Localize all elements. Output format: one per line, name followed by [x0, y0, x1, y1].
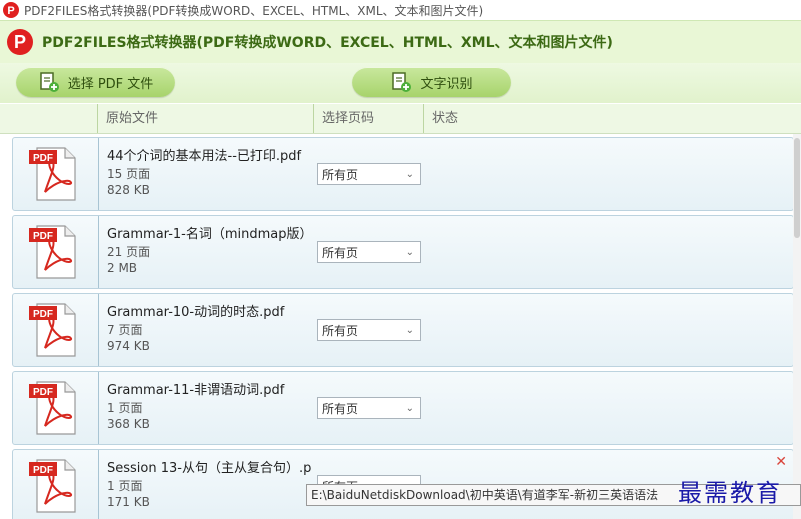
pdf-file-icon: PDF	[29, 303, 76, 357]
file-name: Grammar-10-动词的时态.pdf	[107, 305, 285, 320]
page-select[interactable]: 所有页 ⌄	[317, 397, 421, 419]
file-icon-cell: PDF	[13, 450, 99, 519]
file-name: 44个介词的基本用法--已打印.pdf	[107, 149, 302, 164]
pdf-file-icon: PDF	[29, 459, 76, 513]
watermark: 最需教育	[678, 479, 782, 507]
page-select-value: 所有页	[322, 402, 359, 416]
window-title: PDF2FILES格式转换器(PDF转换成WORD、EXCEL、HTML、XML…	[24, 3, 484, 18]
file-icon-cell: PDF	[13, 294, 99, 366]
file-pages: 21 页面	[107, 245, 151, 259]
column-original-file[interactable]: 原始文件	[97, 104, 313, 133]
add-file-icon	[39, 72, 59, 92]
app-logo-icon: P	[7, 29, 33, 55]
column-header: 原始文件 选择页码 状态	[0, 104, 801, 134]
pdf-file-icon: PDF	[29, 147, 76, 201]
file-icon-cell: PDF	[13, 138, 99, 210]
chevron-down-icon: ⌄	[405, 403, 414, 414]
file-row[interactable]: PDF 44个介词的基本用法--已打印.pdf 15 页面 828 KB 所有页…	[12, 137, 794, 211]
toolbar: 选择 PDF 文件 文字识别	[0, 63, 801, 103]
ocr-button[interactable]: 文字识别	[352, 67, 511, 97]
file-name: Grammar-1-名词（mindmap版）	[107, 227, 312, 242]
chevron-down-icon: ⌄	[405, 247, 414, 258]
remove-file-icon[interactable]: ✕	[775, 454, 787, 470]
pdf-badge-text: PDF	[33, 153, 53, 164]
file-row[interactable]: PDF Grammar-11-非谓语动词.pdf 1 页面 368 KB 所有页…	[12, 371, 794, 445]
app-header: P PDF2FILES格式转换器(PDF转换成WORD、EXCEL、HTML、X…	[0, 20, 801, 64]
file-pages: 1 页面	[107, 401, 143, 415]
file-size: 171 KB	[107, 495, 150, 509]
file-icon-cell: PDF	[13, 216, 99, 288]
page-select-value: 所有页	[322, 168, 359, 182]
column-select-pages[interactable]: 选择页码	[313, 104, 424, 133]
pdf-badge-text: PDF	[33, 231, 53, 242]
app-logo-icon: P	[3, 2, 19, 18]
pdf-file-icon: PDF	[29, 381, 76, 435]
select-pdf-label: 选择 PDF 文件	[67, 76, 154, 92]
ocr-label: 文字识别	[420, 76, 473, 92]
file-name: Session 13-从句（主从复合句）.pdf	[107, 461, 312, 476]
file-size: 974 KB	[107, 339, 150, 353]
file-size: 828 KB	[107, 183, 150, 197]
chevron-down-icon: ⌄	[405, 325, 414, 336]
scrollbar-thumb[interactable]	[794, 138, 800, 238]
file-size: 368 KB	[107, 417, 150, 431]
scrollbar[interactable]	[793, 134, 801, 519]
file-icon-cell: PDF	[13, 372, 99, 444]
column-status[interactable]: 状态	[423, 104, 801, 133]
file-size: 2 MB	[107, 261, 138, 275]
add-file-icon	[392, 72, 412, 92]
page-select[interactable]: 所有页 ⌄	[317, 163, 421, 185]
page-select[interactable]: 所有页 ⌄	[317, 241, 421, 263]
page-select[interactable]: 所有页 ⌄	[317, 319, 421, 341]
file-list: PDF 44个介词的基本用法--已打印.pdf 15 页面 828 KB 所有页…	[0, 134, 801, 519]
file-row[interactable]: PDF Grammar-10-动词的时态.pdf 7 页面 974 KB 所有页…	[12, 293, 794, 367]
file-row[interactable]: PDF Grammar-1-名词（mindmap版） 21 页面 2 MB 所有…	[12, 215, 794, 289]
chevron-down-icon: ⌄	[405, 169, 414, 180]
pdf-badge-text: PDF	[33, 387, 53, 398]
page-select-value: 所有页	[322, 246, 359, 260]
pdf-badge-text: PDF	[33, 465, 53, 476]
window-titlebar: P PDF2FILES格式转换器(PDF转换成WORD、EXCEL、HTML、X…	[0, 0, 801, 20]
page-select-value: 所有页	[322, 324, 359, 338]
pdf-file-icon: PDF	[29, 225, 76, 279]
pdf-badge-text: PDF	[33, 309, 53, 320]
file-pages: 7 页面	[107, 323, 143, 337]
svg-text:P: P	[14, 32, 26, 52]
file-name: Grammar-11-非谓语动词.pdf	[107, 383, 285, 398]
file-pages: 1 页面	[107, 479, 143, 493]
svg-text:P: P	[7, 5, 14, 17]
app-title: PDF2FILES格式转换器(PDF转换成WORD、EXCEL、HTML、XML…	[42, 35, 613, 51]
select-pdf-button[interactable]: 选择 PDF 文件	[16, 67, 175, 97]
file-pages: 15 页面	[107, 167, 151, 181]
